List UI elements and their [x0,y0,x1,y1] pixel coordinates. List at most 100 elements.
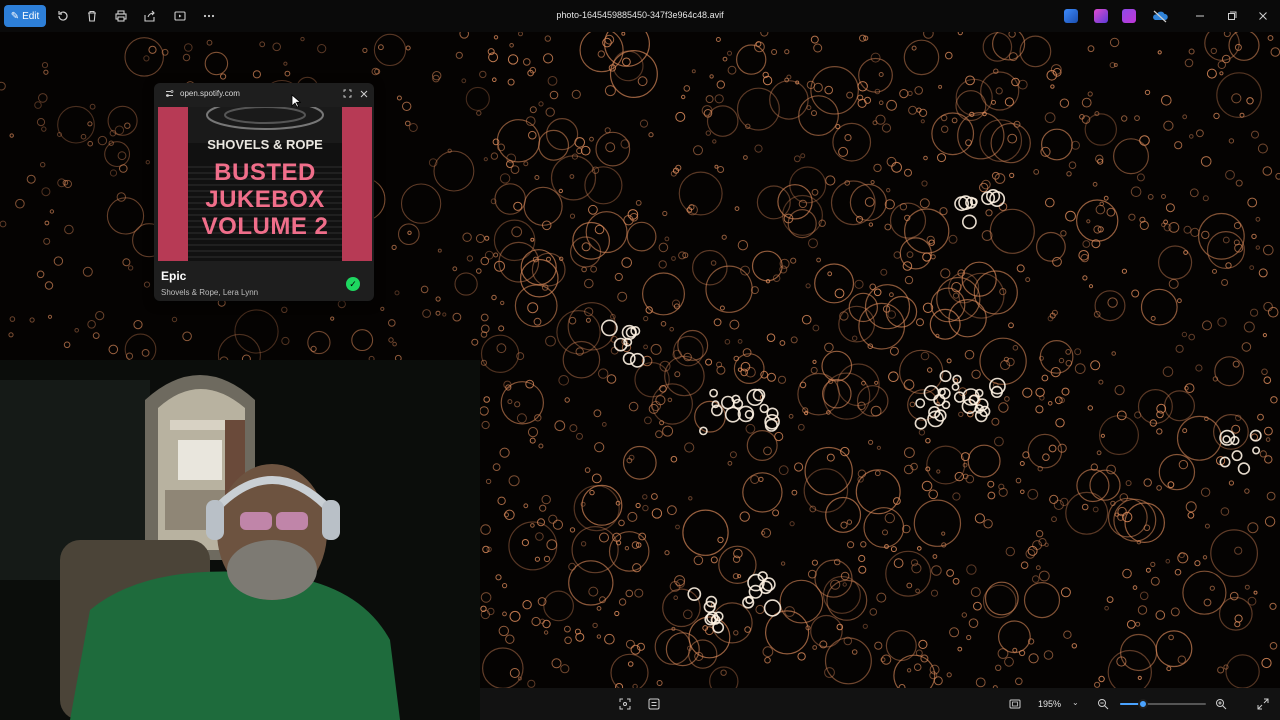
bokeh-circle [380,306,385,311]
popup-close-icon[interactable] [358,88,369,99]
bokeh-circle [1194,560,1201,567]
bokeh-circle [538,129,570,161]
saved-check-icon[interactable]: ✓ [346,277,360,291]
zoom-slider-thumb[interactable] [1138,699,1149,709]
bokeh-circle [790,257,797,264]
bokeh-circle [527,427,539,438]
bokeh-circle [1143,478,1152,487]
bokeh-circle [1218,596,1253,631]
bokeh-circle [884,223,892,231]
restore-button[interactable] [1224,8,1240,24]
bokeh-circle [143,55,150,62]
bokeh-circle [1088,284,1094,289]
bokeh-circle [281,336,290,346]
bokeh-circle [906,668,912,673]
bokeh-circle [564,397,570,403]
expand-icon[interactable] [342,88,353,99]
zoom-in-icon[interactable] [1214,697,1228,711]
song-title[interactable]: Epic [161,269,186,283]
bokeh-circle [744,626,751,633]
onedrive-icon[interactable] [1152,9,1168,23]
bokeh-circle [220,73,227,80]
popup-header[interactable]: open.spotify.com [154,83,374,103]
bokeh-circle [545,335,556,347]
clipchamp-app-icon[interactable] [1122,9,1136,23]
actual-size-icon[interactable] [1008,697,1022,711]
bokeh-circle [1165,203,1175,213]
bokeh-circle [811,188,819,196]
bokeh-circle [394,290,400,296]
bokeh-circle [498,325,505,332]
zoom-level[interactable]: 195% [1038,699,1061,709]
site-settings-icon[interactable] [164,88,175,99]
bokeh-circle [596,606,602,611]
bokeh-circle [952,492,961,501]
bokeh-circle [533,317,542,326]
bokeh-circle [929,671,938,680]
bokeh-circle [490,152,499,160]
bokeh-circle [580,541,587,547]
bokeh-circle [970,587,981,598]
bokeh-circle [204,51,229,76]
bokeh-circle [671,256,676,261]
zoom-slider[interactable] [1120,699,1206,709]
bokeh-circle [36,118,46,127]
bokeh-circle [479,70,487,79]
bokeh-circle [973,601,982,611]
bokeh-circle [945,51,953,60]
bokeh-circle [761,528,772,538]
bokeh-circle [954,471,964,482]
fit-icon[interactable] [618,697,632,711]
bokeh-circle [480,524,491,535]
bokeh-circle [551,658,562,669]
bokeh-circle [812,359,817,364]
bokeh-circle [1262,333,1268,338]
bokeh-circle [966,564,977,575]
bokeh-circle [873,288,882,297]
bokeh-circle [740,368,749,377]
close-button[interactable] [1255,8,1271,24]
song-artists[interactable]: Shovels & Rope, Lera Lynn [161,288,258,297]
bokeh-circle [609,50,658,98]
bokeh-circle [812,324,820,332]
bokeh-circle [658,260,667,269]
bokeh-circle [904,447,915,459]
bokeh-circle [1255,216,1261,222]
bokeh-circle [1156,485,1162,491]
bokeh-circle [1247,522,1259,534]
bokeh-circle [719,305,725,311]
bokeh-circle [602,37,612,48]
bokeh-circle [628,401,639,412]
bokeh-circle [1257,143,1268,154]
bokeh-circle [1158,453,1196,491]
bokeh-circle [849,183,888,221]
minimize-button[interactable] [1192,8,1208,24]
fullscreen-icon[interactable] [1256,697,1270,711]
zoom-dropdown-icon[interactable]: ⌄ [1072,698,1079,707]
bokeh-circle [0,81,6,91]
bokeh-circle [1106,207,1116,217]
bokeh-circle [1020,489,1025,495]
spotify-mini-player[interactable]: open.spotify.com SHOVELS & ROPE BUSTED J… [154,83,374,301]
edit-app-icon[interactable] [1064,9,1078,23]
zoom-out-icon[interactable] [1096,697,1110,711]
bokeh-circle [480,592,492,603]
bokeh-circle [626,221,657,252]
bokeh-circle [1107,297,1118,308]
bokeh-circle [1040,128,1073,161]
info-icon[interactable] [647,697,661,711]
bokeh-circle [1025,277,1031,283]
bokeh-circle [82,266,93,277]
bokeh-circle [596,634,602,639]
bokeh-circle [1128,213,1136,221]
bokeh-circle [480,334,520,373]
designer-app-icon[interactable] [1094,9,1108,23]
bokeh-circle [705,130,711,136]
bokeh-circle [721,234,727,240]
bokeh-circle [906,582,913,589]
bokeh-circle [604,85,616,97]
bokeh-circle [683,609,693,620]
bokeh-circle [862,623,868,629]
bokeh-circle [1004,656,1014,667]
bokeh-circle [941,125,949,133]
